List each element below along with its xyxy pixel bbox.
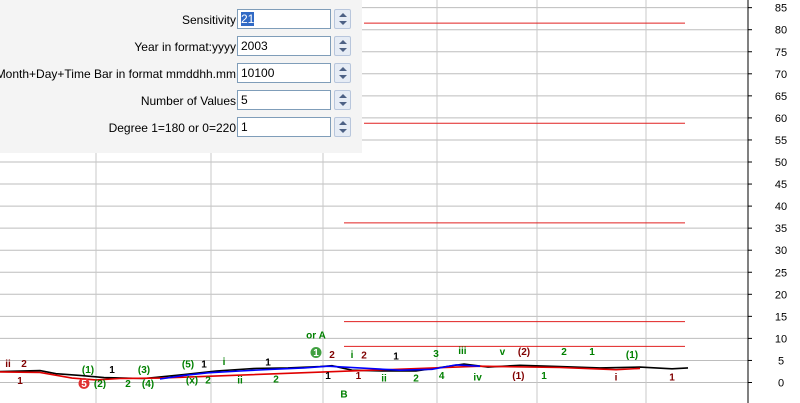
y-axis: 8580757065605550454035302520151050 <box>747 0 787 403</box>
y-tick-label: 40 <box>775 201 787 213</box>
spin-down-icon[interactable] <box>339 129 347 133</box>
wave-label: 1 <box>325 371 331 382</box>
number-of-values-label: Number of Values <box>140 94 236 108</box>
degree-row: Degree 1=180 or 0=220 1 <box>0 117 362 139</box>
wave-label: 2 <box>561 347 567 358</box>
wave-label: 1 <box>313 348 319 359</box>
wave-label: (3) <box>138 365 150 376</box>
wave-label: 1 <box>265 358 271 369</box>
wave-label: i <box>615 373 618 384</box>
wave-label: 2 <box>329 350 335 361</box>
y-tick-label: 60 <box>775 113 787 125</box>
spin-up-icon[interactable] <box>339 40 347 44</box>
wave-label: ii <box>237 375 243 386</box>
spin-down-icon[interactable] <box>339 48 347 52</box>
spin-up-icon[interactable] <box>339 94 347 98</box>
wave-label: (1) <box>626 350 638 361</box>
y-tick-label: 25 <box>775 267 787 279</box>
wave-label: 2 <box>125 379 131 390</box>
wave-label: 1 <box>393 352 399 363</box>
wave-label: 1 <box>541 371 547 382</box>
y-tick-label: 0 <box>778 378 784 390</box>
month-day-time-spinner[interactable] <box>334 63 351 83</box>
month-day-time-row: Month+Day+Time Bar in format mmddhh.mm 1… <box>0 63 362 85</box>
spin-down-icon[interactable] <box>339 102 347 106</box>
degree-label: Degree 1=180 or 0=220 <box>108 121 236 135</box>
sensitivity-row: Sensitivity 21 <box>0 9 362 31</box>
spin-up-icon[interactable] <box>339 121 347 125</box>
spin-up-icon[interactable] <box>339 67 347 71</box>
year-input[interactable]: 2003 <box>237 36 331 56</box>
wave-label: 2 <box>21 359 27 370</box>
y-tick-label: 20 <box>775 289 787 301</box>
wave-label: (1) <box>82 365 94 376</box>
price-series <box>0 363 689 381</box>
wave-label: 4 <box>439 371 445 382</box>
wave-label: i <box>351 350 354 361</box>
sensitivity-input[interactable]: 21 <box>237 9 331 29</box>
wave-label: 1 <box>201 360 207 371</box>
month-day-time-input[interactable]: 10100 <box>237 63 331 83</box>
wave-label: 1 <box>589 347 595 358</box>
spin-down-icon[interactable] <box>339 21 347 25</box>
y-tick-label: 70 <box>775 69 787 81</box>
wave-label: 2 <box>361 351 367 362</box>
y-tick-label: 80 <box>775 25 787 37</box>
y-tick-label: 30 <box>775 245 787 257</box>
wave-label: i <box>223 357 226 368</box>
degree-input[interactable]: 1 <box>237 117 331 137</box>
wave-label: iv <box>473 373 482 384</box>
wave-label: 3 <box>433 349 439 360</box>
wave-label: 1 <box>17 376 23 387</box>
sensitivity-spinner[interactable] <box>334 9 351 29</box>
number-of-values-spinner[interactable] <box>334 90 351 110</box>
wave-label: iii <box>458 346 467 357</box>
wave-label: 5 <box>81 379 87 390</box>
wave-label: (5) <box>182 360 194 371</box>
y-tick-label: 35 <box>775 223 787 235</box>
y-tick-label: 50 <box>775 157 787 169</box>
y-tick-label: 65 <box>775 91 787 103</box>
number-of-values-input[interactable]: 5 <box>237 90 331 110</box>
month-day-time-label: Month+Day+Time Bar in format mmddhh.mm <box>0 67 236 81</box>
year-label: Year in format:yyyy <box>134 40 236 54</box>
wave-label: ii <box>5 359 11 370</box>
wave-label: B <box>340 389 347 400</box>
degree-spinner[interactable] <box>334 117 351 137</box>
wave-label: 2 <box>273 375 279 386</box>
y-tick-label: 10 <box>775 333 787 345</box>
y-tick-label: 75 <box>775 47 787 59</box>
year-row: Year in format:yyyy 2003 <box>0 36 362 58</box>
wave-label: (1) <box>512 371 524 382</box>
wave-label: 2 <box>413 374 419 385</box>
y-tick-label: 55 <box>775 135 787 147</box>
wave-label: 1 <box>669 373 675 384</box>
year-spinner[interactable] <box>334 36 351 56</box>
wave-label: or A <box>306 330 326 341</box>
wave-label: (2) <box>518 347 530 358</box>
level-lines <box>344 22 685 347</box>
y-tick-label: 15 <box>775 311 787 323</box>
wave-label: 1 <box>356 371 362 382</box>
settings-panel: Sensitivity 21 Year in format:yyyy 2003 … <box>0 0 362 153</box>
wave-label: ii <box>381 374 387 385</box>
wave-label: 2 <box>205 375 211 386</box>
spin-up-icon[interactable] <box>339 13 347 17</box>
wave-annotations: ii 21 5(1)(2)12(3)(4)(5) 1(x) 2iii12or A1 21i… <box>5 330 675 400</box>
wave-label: v <box>500 347 506 358</box>
wave-label: (2) <box>94 379 106 390</box>
y-tick-label: 5 <box>778 355 784 367</box>
sensitivity-label: Sensitivity <box>181 13 236 27</box>
wave-label: (x) <box>186 375 198 386</box>
wave-label: 1 <box>109 365 115 376</box>
number-of-values-row: Number of Values 5 <box>0 90 362 112</box>
y-tick-label: 85 <box>775 3 787 15</box>
spin-down-icon[interactable] <box>339 75 347 79</box>
wave-label: (4) <box>142 379 154 390</box>
y-tick-label: 45 <box>775 179 787 191</box>
